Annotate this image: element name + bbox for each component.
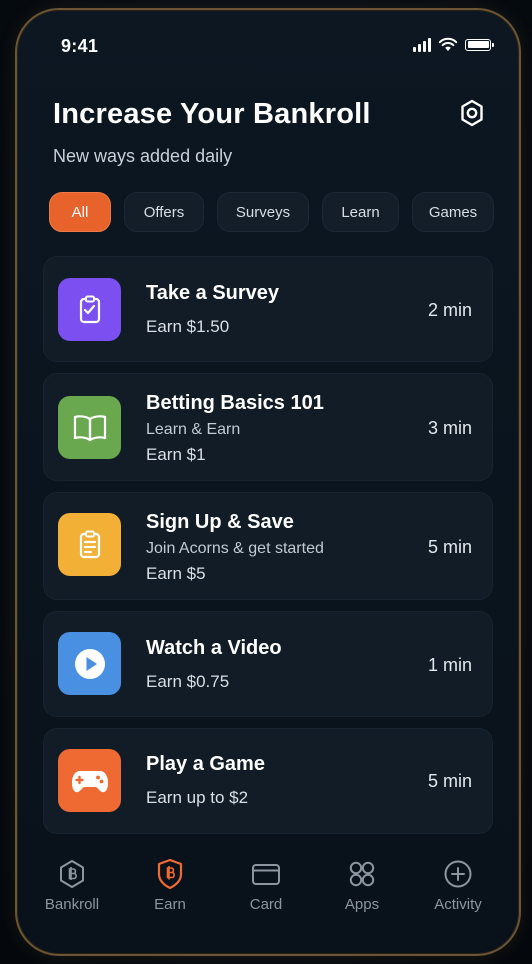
task-duration: 5 min (427, 537, 472, 557)
task-card-betting-basics[interactable]: Betting Basics 101 Learn & Earn Earn $1 … (43, 373, 493, 481)
task-text: Betting Basics 101 Learn & Earn Earn $1 (146, 392, 324, 465)
task-icon-box (58, 396, 121, 459)
filter-chip-games[interactable]: Games (412, 192, 494, 232)
tab-label: Card (249, 896, 283, 913)
filter-chip-label: All (71, 203, 89, 221)
task-earn: Earn $5 (146, 564, 206, 583)
task-icon-box (58, 513, 121, 576)
task-title: Watch a Video (146, 637, 282, 659)
task-subtitle: Learn & Earn (146, 421, 241, 438)
gamepad-icon (71, 770, 108, 792)
filter-chips: All Offers Surveys Learn Games (49, 192, 494, 232)
task-duration: 1 min (427, 655, 472, 675)
task-list: Take a Survey Earn $1.50 2 min Betting B… (43, 256, 493, 845)
status-icons (413, 37, 494, 52)
settings-button[interactable] (455, 96, 489, 130)
task-earn: Earn $1 (146, 445, 206, 464)
earn-badge-icon (157, 858, 183, 890)
filter-chip-learn[interactable]: Learn (322, 192, 399, 232)
filter-chip-label: Games (428, 203, 478, 221)
task-text: Take a Survey Earn $1.50 (146, 282, 279, 337)
tab-label: Earn (154, 896, 186, 913)
task-card-game[interactable]: Play a Game Earn up to $2 5 min (43, 728, 493, 834)
task-title: Play a Game (146, 753, 265, 775)
activity-plus-icon (444, 860, 472, 888)
filter-chip-label: Offers (143, 203, 185, 221)
filter-chip-label: Learn (341, 203, 380, 221)
tab-label: Activity (434, 896, 482, 913)
tab-bankroll[interactable]: Bankroll (27, 858, 117, 913)
tab-activity[interactable]: Activity (413, 858, 503, 913)
task-text: Play a Game Earn up to $2 (146, 753, 265, 808)
wifi-icon (438, 37, 458, 51)
gear-icon (461, 99, 483, 127)
task-card-survey[interactable]: Take a Survey Earn $1.50 2 min (43, 256, 493, 362)
tab-label: Apps (344, 896, 380, 913)
task-card-sign-up[interactable]: Sign Up & Save Join Acorns & get started… (43, 492, 493, 600)
task-duration: 2 min (427, 300, 472, 320)
filter-chip-offers[interactable]: Offers (124, 192, 204, 232)
filter-chip-all[interactable]: All (49, 192, 111, 232)
page-subtitle: New ways added daily (53, 146, 233, 166)
signal-icon (413, 37, 431, 52)
task-text: Watch a Video Earn $0.75 (146, 637, 282, 692)
page-title: Increase Your Bankroll (53, 98, 371, 130)
tab-bar: Bankroll Earn Card Apps Activity (17, 858, 519, 938)
task-title: Betting Basics 101 (146, 392, 324, 414)
card-icon (252, 864, 280, 885)
task-duration: 3 min (427, 418, 472, 438)
task-icon-box (58, 749, 121, 812)
task-earn: Earn up to $2 (146, 788, 249, 807)
tab-apps[interactable]: Apps (317, 858, 407, 913)
battery-icon (465, 38, 494, 51)
phone-frame: 9:41 Increase Your Bankroll New ways add… (15, 8, 521, 956)
task-icon-box (58, 632, 121, 695)
clipboard-icon (79, 295, 100, 323)
task-title: Take a Survey (146, 282, 280, 304)
task-text: Sign Up & Save Join Acorns & get started… (146, 511, 324, 584)
screen-background: 9:41 Increase Your Bankroll New ways add… (0, 0, 532, 964)
book-icon (73, 414, 106, 441)
tab-card[interactable]: Card (221, 858, 311, 913)
task-duration: 5 min (427, 771, 472, 791)
filter-chip-label: Surveys (235, 203, 291, 221)
filter-chip-surveys[interactable]: Surveys (217, 192, 309, 232)
task-earn: Earn $1.50 (146, 317, 230, 336)
bankroll-icon (60, 860, 84, 888)
tab-earn[interactable]: Earn (125, 858, 215, 913)
tab-label: Bankroll (44, 896, 100, 913)
task-subtitle: Join Acorns & get started (146, 540, 324, 557)
task-earn: Earn $0.75 (146, 672, 230, 691)
apps-grid-icon (349, 861, 375, 887)
status-time: 9:41 (61, 36, 99, 56)
clipboard-list-icon (79, 530, 100, 558)
task-icon-box (58, 278, 121, 341)
task-title: Sign Up & Save (146, 511, 294, 533)
status-bar: 9:41 (17, 10, 519, 70)
task-card-video[interactable]: Watch a Video Earn $0.75 1 min (43, 611, 493, 717)
play-icon (74, 648, 105, 679)
